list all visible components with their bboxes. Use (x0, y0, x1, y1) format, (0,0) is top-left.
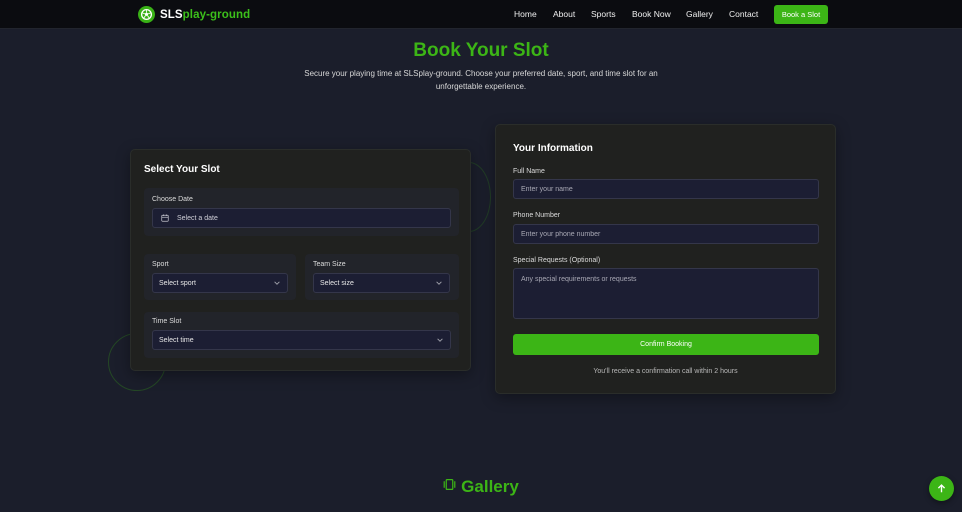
select-slot-card: Select Your Slot Choose Date Select a da… (130, 149, 471, 371)
special-requests-textarea[interactable] (513, 268, 819, 319)
sport-label: Sport (152, 261, 169, 268)
chevron-down-icon (274, 281, 280, 285)
sport-select-value: Select sport (159, 279, 196, 287)
date-picker-input[interactable]: Select a date (152, 208, 451, 228)
time-slot-select-value: Select time (159, 336, 194, 344)
nav-link-book-now[interactable]: Book Now (632, 9, 671, 19)
choose-date-label: Choose Date (152, 196, 193, 203)
full-name-input[interactable] (513, 179, 819, 199)
special-requests-label: Special Requests (Optional) (513, 257, 601, 264)
arrow-up-icon (937, 484, 946, 493)
team-size-select[interactable]: Select size (313, 273, 450, 293)
sport-select[interactable]: Select sport (152, 273, 288, 293)
phone-number-label: Phone Number (513, 212, 561, 219)
nav-link-contact[interactable]: Contact (729, 9, 758, 19)
phone-number-input[interactable] (513, 224, 819, 244)
calendar-icon (161, 209, 169, 227)
gallery-icon (443, 478, 456, 496)
chevron-down-icon (437, 338, 443, 342)
select-slot-title: Select Your Slot (144, 164, 220, 175)
scroll-to-top-button[interactable] (929, 476, 954, 501)
date-placeholder: Select a date (177, 214, 218, 222)
navbar: SLSplay-ground Home About Sports Book No… (0, 0, 962, 29)
nav-link-about[interactable]: About (553, 9, 575, 19)
time-slot-select[interactable]: Select time (152, 330, 451, 350)
gallery-heading: Gallery (0, 477, 962, 497)
time-slot-label: Time Slot (152, 318, 182, 325)
page-title: Book Your Slot (413, 40, 549, 61)
team-size-label: Team Size (313, 261, 346, 268)
nav-link-gallery[interactable]: Gallery (686, 9, 713, 19)
team-size-select-value: Select size (320, 279, 354, 287)
gallery-title: Gallery (461, 477, 519, 496)
full-name-label: Full Name (513, 168, 545, 175)
confirmation-note: You'll receive a confirmation call withi… (593, 368, 738, 375)
your-information-title: Your Information (513, 143, 593, 154)
book-a-slot-button[interactable]: Book a Slot (774, 5, 828, 24)
page-subtitle: Secure your playing time at SLSplay-grou… (304, 69, 658, 91)
nav-link-home[interactable]: Home (514, 9, 537, 19)
nav-link-sports[interactable]: Sports (591, 9, 616, 19)
confirm-booking-button[interactable]: Confirm Booking (513, 334, 819, 355)
chevron-down-icon (436, 281, 442, 285)
